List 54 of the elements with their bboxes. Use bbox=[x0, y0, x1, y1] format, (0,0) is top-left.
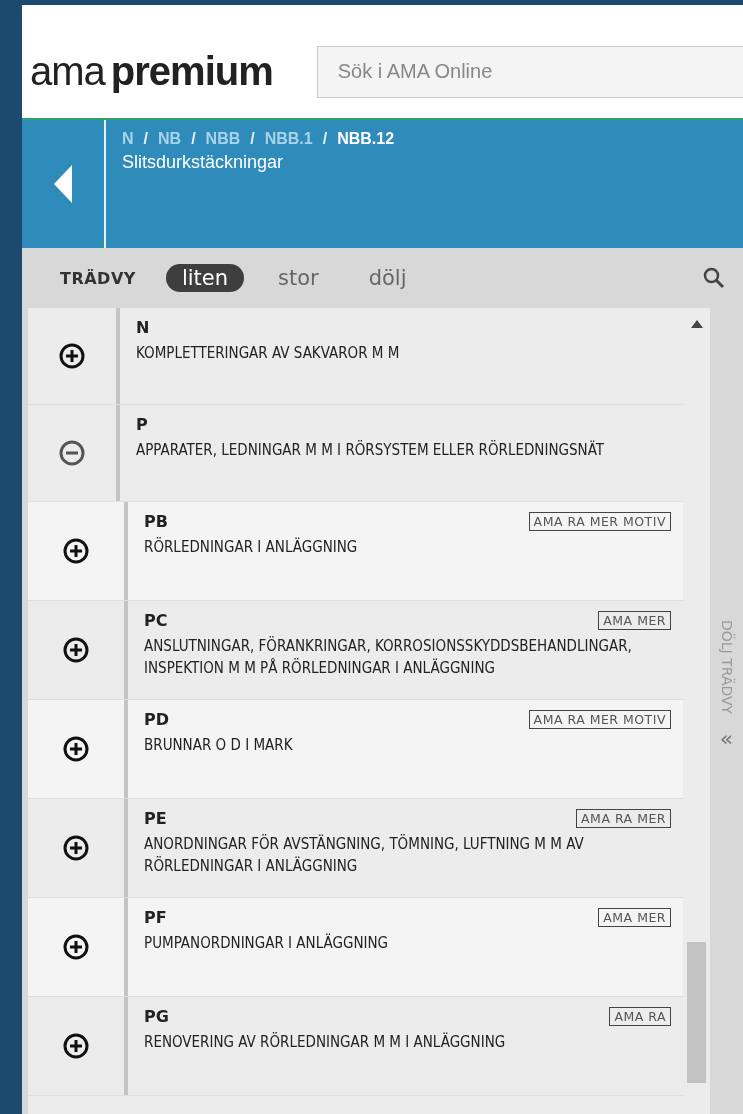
expand-icon[interactable] bbox=[63, 736, 89, 762]
document-tags: AMA RA MER bbox=[576, 809, 671, 828]
document-tags: AMA RA MER MOTIV bbox=[528, 512, 671, 531]
tree-row[interactable]: PC AMA MER ANSLUTNINGAR, FÖRANKRINGAR, KORROSIONSSKYDDSBEHANDLINGAR, INSPEKTION M M PÅ RÖRLEDNINGAR I ANLÄGGNING bbox=[28, 601, 683, 700]
node-title: BRUNNAR O D I MARK bbox=[144, 735, 294, 756]
tree-row[interactable]: PE AMA RA MER ANORDNINGAR FÖR AVSTÄNGNING, TÖMNING, LUFTNING M M AV RÖRLEDNINGAR I ANLÄGGNING bbox=[28, 799, 683, 898]
logo[interactable]: amapremium bbox=[30, 49, 273, 94]
document-tags: AMA RA MER MOTIV bbox=[528, 710, 671, 729]
toolbar-label: TRÄDVY bbox=[60, 268, 136, 288]
tree-row[interactable]: PF AMA MER PUMPANORDNINGAR I ANLÄGGNING bbox=[28, 898, 683, 997]
view-size-option[interactable]: dölj bbox=[352, 264, 423, 292]
document-tags: AMA MER bbox=[598, 611, 671, 630]
node-code: PG bbox=[144, 1007, 169, 1026]
expand-icon[interactable] bbox=[63, 637, 89, 663]
scroll-up-icon[interactable] bbox=[691, 320, 703, 328]
expand-icon[interactable] bbox=[63, 835, 89, 861]
expand-icon[interactable] bbox=[59, 343, 85, 369]
node-title: PUMPANORDNINGAR I ANLÄGGNING bbox=[144, 933, 389, 954]
node-title: RENOVERING AV RÖRLEDNINGAR M M I ANLÄGGNING bbox=[144, 1032, 507, 1053]
node-title: KOMPLETTERINGAR AV SAKVAROR M M bbox=[136, 343, 401, 364]
node-code: P bbox=[136, 415, 148, 434]
tree-row[interactable]: PB AMA RA MER MOTIV RÖRLEDNINGAR I ANLÄGGNING bbox=[28, 502, 683, 601]
node-code: PE bbox=[144, 809, 167, 828]
tree-row[interactable]: PG AMA RA RENOVERING AV RÖRLEDNINGAR M M I ANLÄGGNING bbox=[28, 997, 683, 1096]
node-title: ANSLUTNINGAR, FÖRANKRINGAR, KORROSIONSSKYDDSBEHANDLINGAR, INSPEKTION M M PÅ RÖRLEDNINGAR I ANLÄGGNING bbox=[144, 636, 633, 679]
collapse-icon[interactable] bbox=[59, 440, 85, 466]
node-title: RÖRLEDNINGAR I ANLÄGGNING bbox=[144, 537, 359, 558]
scrollbar-thumb[interactable] bbox=[687, 942, 706, 1083]
breadcrumb-separator: / bbox=[191, 130, 196, 148]
back-arrow-icon bbox=[54, 165, 72, 203]
node-code: PC bbox=[144, 611, 168, 630]
node-title: ANORDNINGAR FÖR AVSTÄNGNING, TÖMNING, LUFTNING M M AV RÖRLEDNINGAR I ANLÄGGNING bbox=[144, 834, 585, 877]
node-code: PB bbox=[144, 512, 168, 531]
search-field[interactable]: Sök i AMA Online bbox=[316, 45, 743, 98]
breadcrumb-separator: / bbox=[250, 130, 255, 148]
node-code: PD bbox=[144, 710, 169, 729]
search-icon[interactable] bbox=[703, 267, 725, 289]
node-code: N bbox=[136, 318, 150, 337]
view-size-option[interactable]: liten bbox=[165, 264, 244, 292]
breadcrumb-separator: / bbox=[143, 130, 148, 148]
tree-row[interactable]: PD AMA RA MER MOTIV BRUNNAR O D I MARK bbox=[28, 700, 683, 799]
node-code: PF bbox=[144, 908, 167, 927]
document-tags: AMA MER bbox=[598, 908, 671, 927]
expand-icon[interactable] bbox=[63, 538, 89, 564]
tree-row[interactable]: P APPARATER, LEDNINGAR M M I RÖRSYSTEM ELLER RÖRLEDNINGSNÄT bbox=[28, 405, 683, 502]
expand-icon[interactable] bbox=[63, 934, 89, 960]
expand-icon[interactable] bbox=[63, 1033, 89, 1059]
document-tags: AMA RA bbox=[609, 1007, 671, 1026]
tree-row[interactable]: N KOMPLETTERINGAR AV SAKVAROR M M bbox=[28, 308, 683, 405]
page-title: Slitsdurkstäckningar bbox=[122, 152, 285, 173]
node-title: APPARATER, LEDNINGAR M M I RÖRSYSTEM ELLER RÖRLEDNINGSNÄT bbox=[136, 440, 605, 461]
breadcrumb-link[interactable]: NBB.12 bbox=[337, 130, 395, 148]
breadcrumb-separator: / bbox=[322, 130, 328, 148]
view-size-option[interactable]: stor bbox=[262, 264, 335, 292]
